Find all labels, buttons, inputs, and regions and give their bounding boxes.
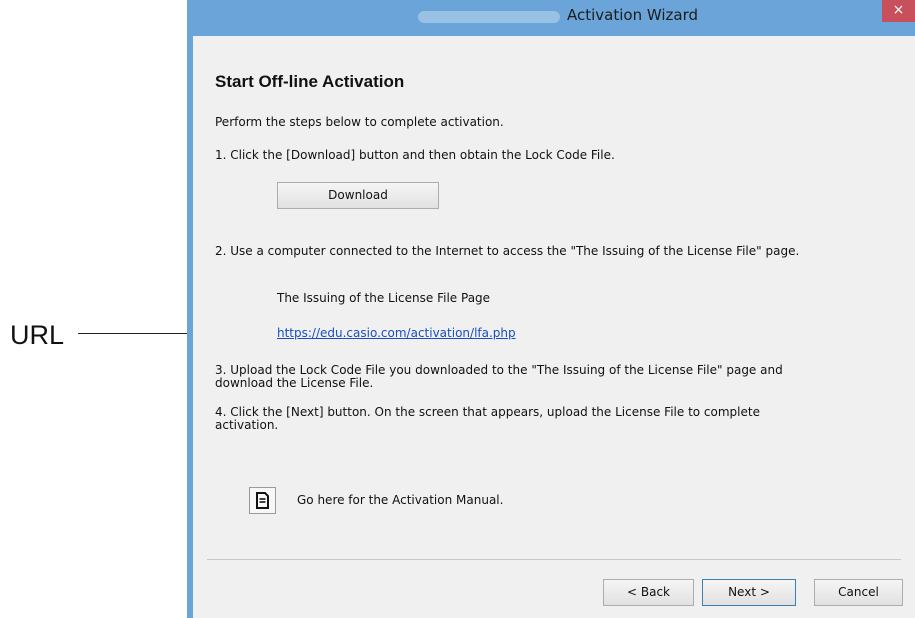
intro-text: Perform the steps below to complete acti…: [215, 115, 504, 129]
title-bar[interactable]: Activation Wizard ×: [193, 0, 915, 36]
close-button[interactable]: ×: [882, 0, 915, 22]
step-1-text: 1. Click the [Download] button and then …: [215, 148, 615, 162]
activation-wizard-window: Activation Wizard × Start Off-line Activ…: [187, 0, 915, 618]
manual-document-button[interactable]: [249, 487, 276, 514]
step-2-text: 2. Use a computer connected to the Inter…: [215, 244, 800, 258]
back-button[interactable]: < Back: [603, 579, 694, 606]
window-title: Activation Wizard: [567, 6, 699, 24]
page-heading: Start Off-line Activation: [215, 72, 405, 91]
wizard-content: Start Off-line Activation Perform the st…: [193, 36, 915, 618]
step-4-line-1: 4. Click the [Next] button. On the scree…: [215, 405, 760, 419]
document-icon: [256, 492, 269, 509]
step-3-line-2: download the License File.: [215, 376, 374, 390]
license-page-name: The Issuing of the License File Page: [277, 291, 491, 305]
manual-link-text[interactable]: Go here for the Activation Manual.: [297, 494, 503, 507]
url-callout-label: URL: [10, 320, 65, 350]
step-4-line-2: activation.: [215, 418, 279, 432]
download-button[interactable]: Download: [277, 182, 439, 209]
next-button[interactable]: Next >: [702, 579, 796, 606]
footer-separator: [207, 559, 901, 560]
cancel-button[interactable]: Cancel: [814, 579, 903, 606]
license-page-url-link[interactable]: https://edu.casio.com/activation/lfa.php: [277, 326, 516, 340]
blurred-app-name: [418, 11, 560, 23]
